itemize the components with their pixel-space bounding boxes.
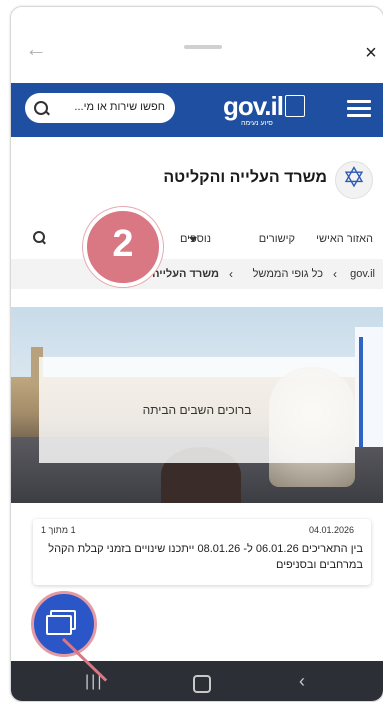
- chat-icon-front: [46, 615, 72, 635]
- step-number: 2: [112, 223, 134, 265]
- home-icon[interactable]: [193, 675, 211, 693]
- gov-logo[interactable]: gov.il סיוע נעימה: [223, 89, 313, 129]
- update-card[interactable]: 04.01.2026 1 מתוך 1 בין התאריכים 06.01.2…: [33, 519, 371, 585]
- step-badge: 2: [83, 207, 163, 287]
- ministry-title[interactable]: משרד העלייה והקליטה: [163, 169, 327, 187]
- hero-banner-text: ברוכים השבים הביתה: [142, 403, 252, 417]
- gov-logo-text: gov.il: [223, 91, 284, 121]
- update-date: 04.01.2026: [309, 525, 355, 535]
- update-text: בין התאריכים 06.01.26 ל- 08.01.26 ייתכנו…: [48, 543, 363, 571]
- breadcrumb-item[interactable]: כל גופי הממשל: [253, 268, 323, 280]
- sheet-handle[interactable]: [184, 45, 222, 49]
- star-of-david-icon: ✡: [342, 162, 366, 193]
- ministry-header: ✡ משרד העלייה והקליטה: [11, 137, 383, 219]
- breadcrumb: gov.il ‹ כל גופי הממשל ‹ משרד העלייה והק…: [11, 259, 383, 289]
- search-placeholder: חפשו שירות או מי...: [74, 101, 165, 113]
- android-nav-bar: ||| ‹: [11, 661, 383, 701]
- search-icon[interactable]: [34, 101, 48, 115]
- chevron-down-icon[interactable]: [189, 237, 197, 242]
- update-counter: 1 מתוך 1: [41, 525, 76, 535]
- close-icon[interactable]: ×: [361, 43, 381, 63]
- israel-flag-image: [355, 327, 383, 447]
- arrow-left-icon[interactable]: ←: [25, 38, 49, 60]
- hero-banner: ברוכים השבים הביתה: [11, 307, 383, 503]
- search-icon[interactable]: [33, 231, 46, 245]
- chat-button[interactable]: [31, 591, 97, 657]
- nav-personal-area[interactable]: האזור האישי: [316, 233, 373, 245]
- back-icon[interactable]: ‹: [299, 671, 305, 692]
- breadcrumb-item[interactable]: gov.il: [350, 268, 375, 280]
- search-input[interactable]: חפשו שירות או מי...: [25, 93, 175, 123]
- state-emblem-icon: [285, 95, 305, 117]
- ministry-nav: האזור האישי קישורים נוספים: [11, 219, 383, 259]
- hero-text-box: ברוכים השבים הביתה: [39, 357, 355, 463]
- chevron-left-icon: ‹: [333, 267, 337, 281]
- screenshot-frame: ← × חפשו שירות או מי... gov.il סיוע נעימ…: [0, 0, 383, 702]
- chevron-left-icon: ‹: [229, 267, 233, 281]
- phone-screen: ← × חפשו שירות או מי... gov.il סיוע נעימ…: [10, 6, 383, 702]
- ministry-logo: ✡: [335, 161, 373, 199]
- sheet-top-bar: ← ×: [11, 7, 383, 83]
- menu-icon[interactable]: [347, 100, 371, 118]
- gov-logo-subtitle: סיוע נעימה: [241, 120, 273, 127]
- gov-header: חפשו שירות או מי... gov.il סיוע נעימה: [11, 83, 383, 137]
- nav-links[interactable]: קישורים: [259, 233, 295, 245]
